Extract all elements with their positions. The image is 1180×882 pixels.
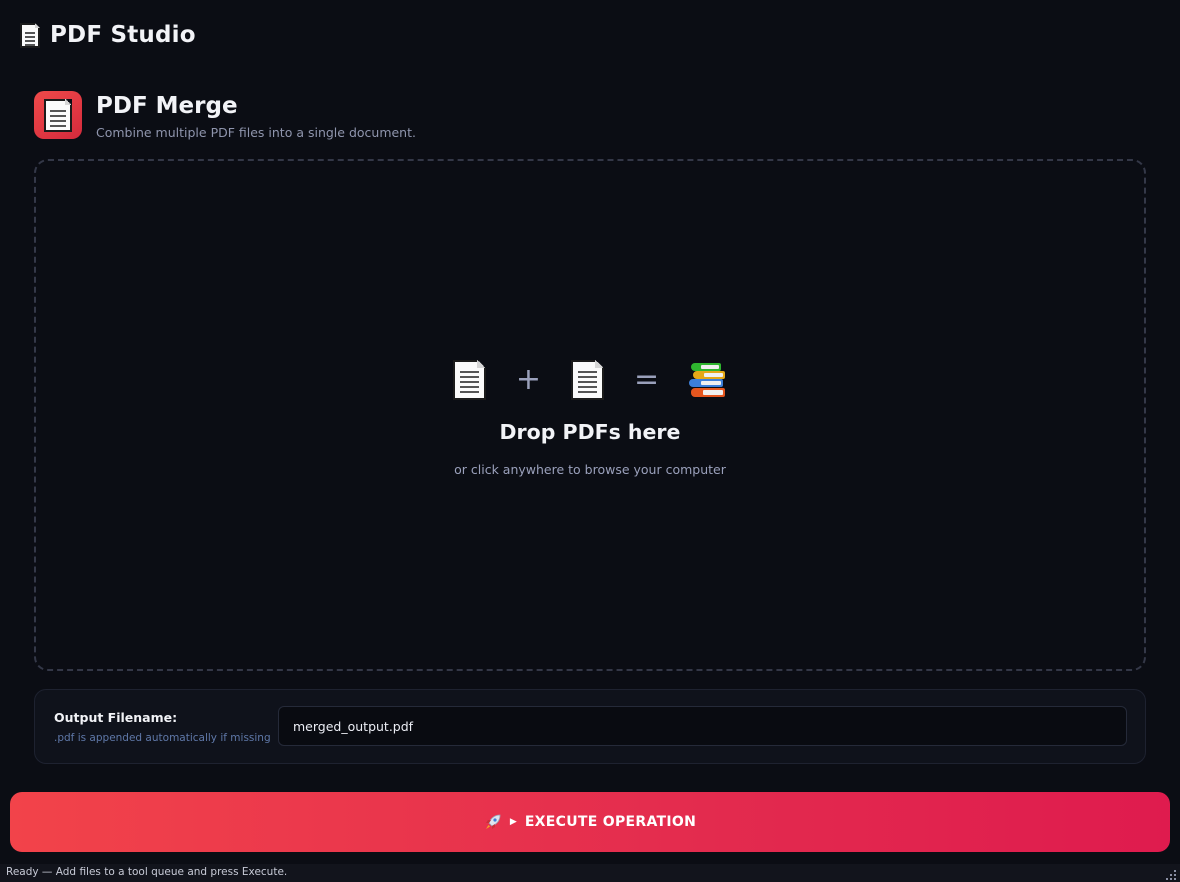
books-icon [689, 361, 727, 399]
resize-grip-icon[interactable] [1166, 870, 1176, 880]
pdf-merge-tool-icon [34, 91, 82, 139]
tool-heading: PDF Merge Combine multiple PDF files int… [96, 91, 416, 140]
tool-title: PDF Merge [96, 93, 238, 119]
status-bar: Ready — Add files to a tool queue and pr… [0, 864, 1180, 882]
output-filename-label: Output Filename: [54, 710, 178, 725]
plus-sign: + [515, 362, 541, 397]
status-text: Ready — Add files to a tool queue and pr… [6, 866, 288, 878]
document-icon [44, 98, 72, 132]
equals-sign: = [634, 362, 660, 397]
app-window: PDF Studio PDF Merge Combine multiple PD… [0, 0, 1180, 882]
drop-title: Drop PDFs here [499, 419, 681, 444]
document-icon [20, 22, 40, 48]
document-icon [571, 359, 604, 400]
execute-operation-button[interactable]: ▶ EXECUTE OPERATION [10, 792, 1170, 852]
output-filename-panel: Output Filename: .pdf is appended automa… [34, 689, 1146, 764]
play-icon: ▶ [509, 817, 517, 827]
output-filename-input[interactable] [278, 706, 1127, 746]
pdf-drop-zone[interactable]: + = Drop PDFs here or click anywhere to … [34, 159, 1146, 671]
tool-header: PDF Merge Combine multiple PDF files int… [34, 91, 416, 140]
drop-hint: or click anywhere to browse your compute… [454, 461, 726, 477]
execute-label: EXECUTE OPERATION [524, 814, 697, 830]
merge-equation: + = [452, 359, 727, 400]
app-title: PDF Studio [50, 22, 196, 48]
output-filename-hint: .pdf is appended automatically if missin… [54, 732, 271, 744]
tool-subtitle: Combine multiple PDF files into a single… [96, 125, 416, 140]
rocket-icon [485, 814, 501, 829]
document-icon [452, 359, 486, 400]
app-header: PDF Studio [20, 22, 196, 48]
